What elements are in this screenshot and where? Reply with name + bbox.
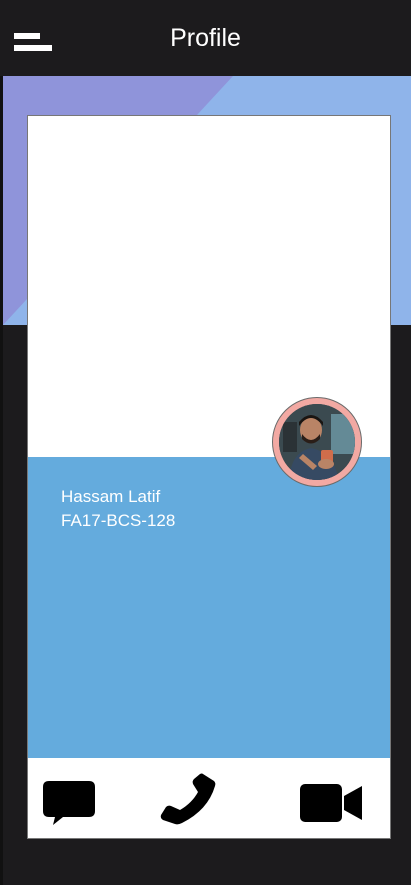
user-name: Hassam Latif	[61, 487, 161, 506]
app-bar: Profile	[0, 0, 411, 76]
page-title: Profile	[170, 24, 241, 52]
action-bar	[28, 759, 390, 838]
info-panel: Hassam Latif FA17-BCS-128	[28, 457, 390, 758]
profile-screen: Profile Hassam Latif FA17-BCS-128	[0, 0, 411, 885]
profile-card: Hassam Latif FA17-BCS-128	[27, 115, 391, 839]
profile-photo	[279, 404, 355, 480]
video-camera-icon	[300, 784, 362, 822]
call-button[interactable]	[158, 772, 216, 826]
phone-icon	[160, 773, 216, 825]
registration-number: FA17-BCS-128	[61, 511, 176, 530]
message-icon	[43, 781, 95, 825]
message-button[interactable]	[43, 781, 95, 825]
profile-photo-image	[279, 404, 355, 480]
avatar[interactable]	[272, 397, 362, 487]
video-call-button[interactable]	[300, 784, 362, 822]
